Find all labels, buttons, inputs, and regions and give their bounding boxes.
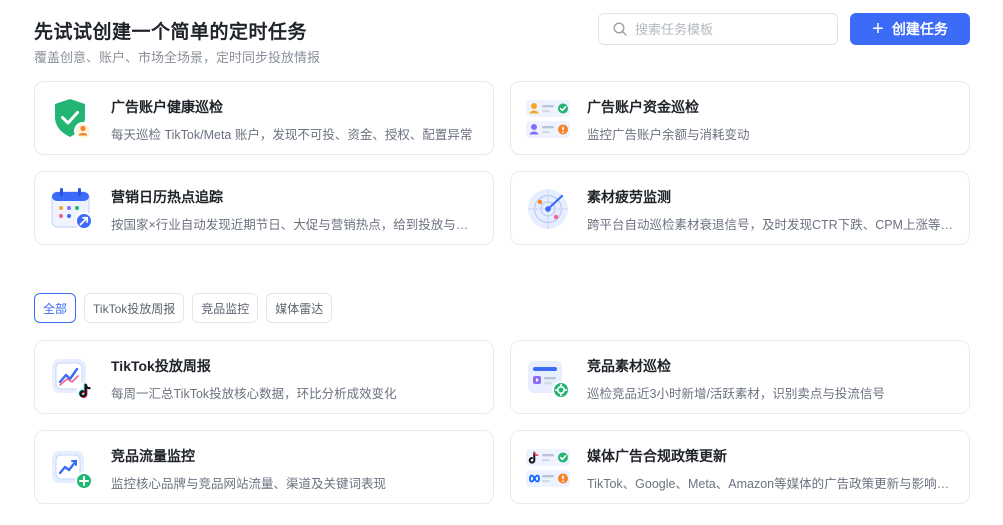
featured-card-account-funds[interactable]: 广告账户资金巡检 监控广告账户余额与消耗变动: [510, 81, 970, 155]
card-description: 巡检竞品近3小时新增/活跃素材，识别卖点与投流信号: [587, 387, 885, 401]
template-search-box[interactable]: [598, 13, 838, 45]
featured-card-creative-fatigue[interactable]: 素材疲劳监测 跨平台自动巡检素材衰退信号，及时发现CTR下跌、CPM上涨等疲劳问…: [510, 171, 970, 245]
card-title: 广告账户资金巡检: [587, 99, 699, 115]
card-title: 竞品流量监控: [111, 448, 195, 464]
card-title: 广告账户健康巡检: [111, 99, 223, 115]
radar-icon: [528, 189, 568, 229]
card-title: 营销日历热点追踪: [111, 189, 223, 205]
calendar-icon: [51, 188, 93, 230]
create-task-button[interactable]: + 创建任务: [850, 13, 970, 45]
category-filter-bar: 全部 TikTok投放周报 竞品监控 媒体雷达: [34, 293, 333, 323]
card-description: 按国家×行业自动发现近期节日、大促与营销热点，给到投放与素材建议: [111, 218, 477, 232]
card-title: 媒体广告合规政策更新: [587, 448, 727, 464]
search-input[interactable]: [635, 21, 815, 37]
filter-chip-media-radar[interactable]: 媒体雷达: [266, 293, 333, 323]
card-description: 监控广告账户余额与消耗变动: [587, 128, 750, 142]
creative-scan-icon: [528, 361, 570, 399]
template-card-tiktok-weekly[interactable]: TikTok投放周报 每周一汇总TikTok投放核心数据，环比分析成效变化: [34, 340, 494, 414]
filter-chip-all[interactable]: 全部: [34, 293, 77, 323]
featured-card-marketing-calendar[interactable]: 营销日历热点追踪 按国家×行业自动发现近期节日、大促与营销热点，给到投放与素材建…: [34, 171, 494, 245]
filter-chip-competitor[interactable]: 竞品监控: [192, 293, 259, 323]
card-description: 跨平台自动巡检素材衰退信号，及时发现CTR下跌、CPM上涨等疲劳问题: [587, 218, 953, 232]
template-card-competitor-creative[interactable]: 竞品素材巡检 巡检竞品近3小时新增/活跃素材，识别卖点与投流信号: [510, 340, 970, 414]
card-description: 监控核心品牌与竞品网站流量、渠道及关键词表现: [111, 477, 387, 491]
search-icon: [613, 22, 627, 36]
account-balance-icon: [526, 100, 570, 138]
template-card-media-policy[interactable]: 媒体广告合规政策更新 TikTok、Google、Meta、Amazon等媒体的…: [510, 430, 970, 504]
media-policy-icon: [526, 449, 570, 487]
featured-card-account-health[interactable]: 广告账户健康巡检 每天巡检 TikTok/Meta 账户，发现不可投、资金、授权…: [34, 81, 494, 155]
card-title: TikTok投放周报: [111, 358, 211, 374]
create-task-label: 创建任务: [891, 21, 948, 37]
page-title: 先试试创建一个简单的定时任务: [34, 22, 308, 43]
card-description: 每周一汇总TikTok投放核心数据，环比分析成效变化: [111, 387, 397, 401]
template-card-competitor-traffic[interactable]: 竞品流量监控 监控核心品牌与竞品网站流量、渠道及关键词表现: [34, 430, 494, 504]
card-title: 素材疲劳监测: [587, 189, 671, 205]
tiktok-chart-icon: [52, 359, 94, 400]
page-subtitle: 覆盖创意、账户、市场全场景，定时同步投放情报: [34, 50, 321, 65]
shield-check-icon: [55, 99, 92, 140]
traffic-chart-icon: [52, 451, 93, 490]
card-description: 每天巡检 TikTok/Meta 账户，发现不可投、资金、授权、配置异常: [111, 128, 473, 142]
filter-chip-tiktok-weekly[interactable]: TikTok投放周报: [84, 293, 185, 323]
card-description: TikTok、Google、Meta、Amazon等媒体的广告政策更新与影响解读: [587, 477, 953, 491]
card-title: 竞品素材巡检: [587, 358, 671, 374]
plus-icon: +: [872, 18, 884, 40]
